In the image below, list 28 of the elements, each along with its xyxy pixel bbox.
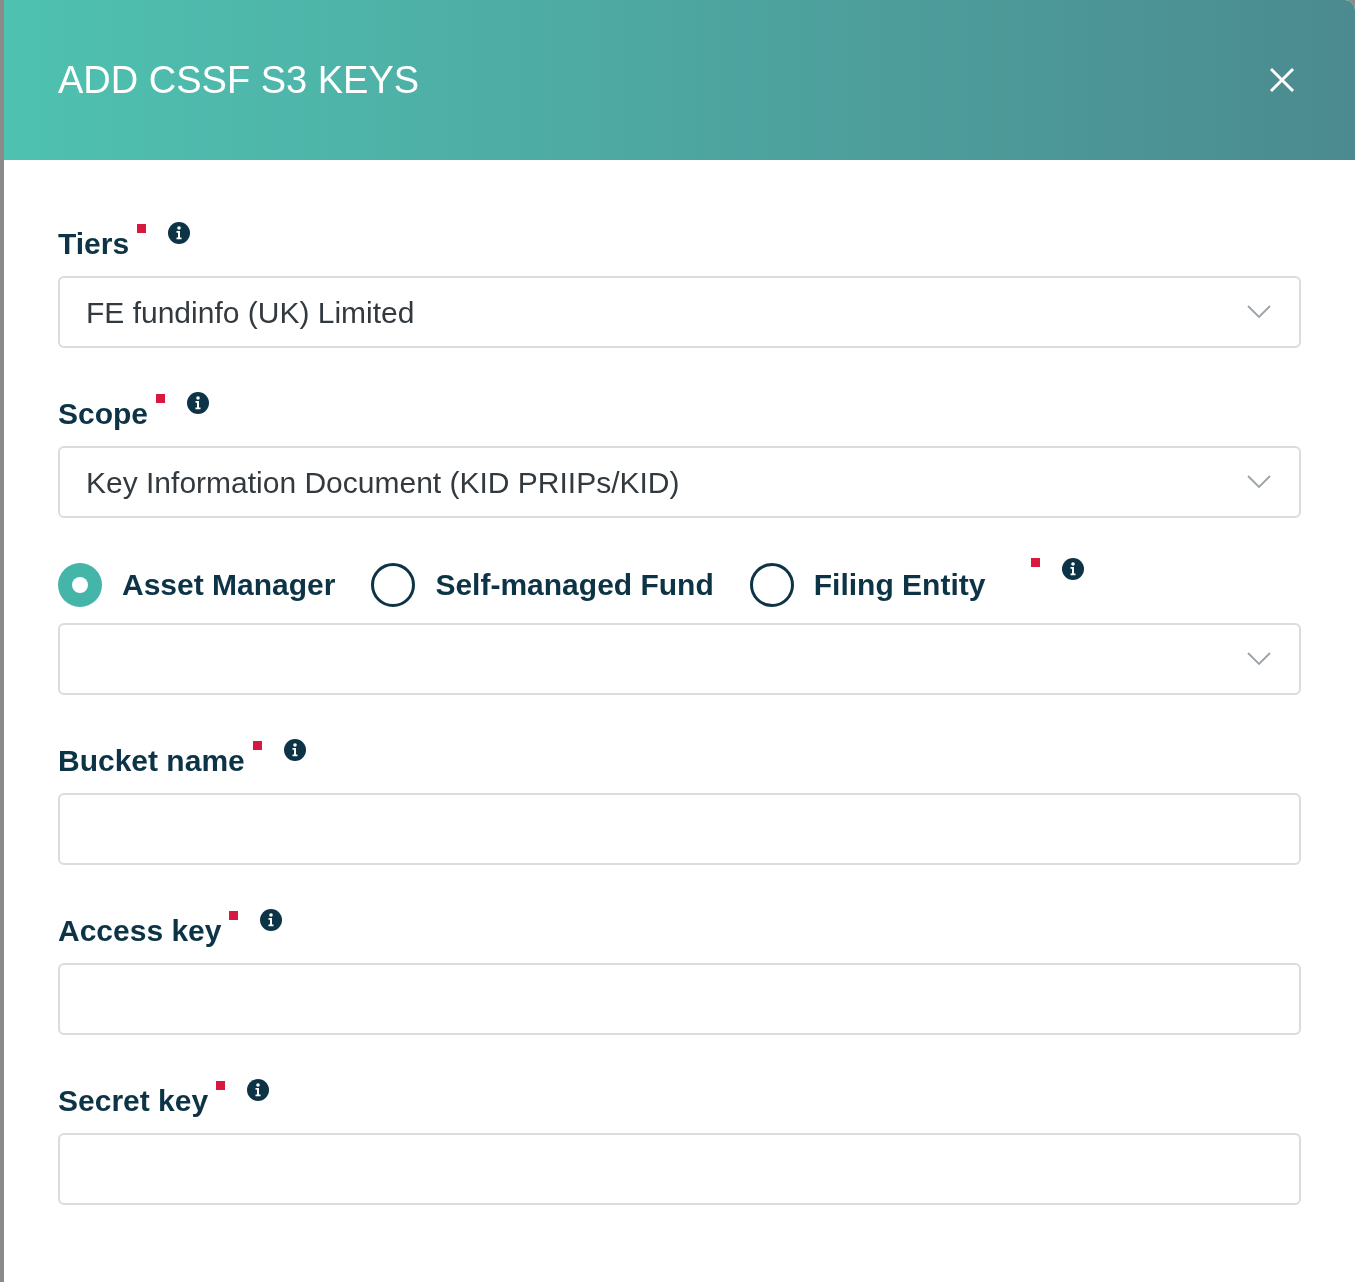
field-label: Bucket name <box>58 743 245 779</box>
field-label: Secret key <box>58 1083 209 1119</box>
radio-button[interactable] <box>58 562 102 607</box>
chevron-down-icon <box>1247 305 1271 319</box>
info-icon[interactable] <box>260 909 283 931</box>
chevron-down-icon <box>1247 652 1271 666</box>
info-icon[interactable] <box>187 392 210 414</box>
field-label: Tiers <box>58 226 130 262</box>
input-field[interactable] <box>58 793 1301 865</box>
select-field[interactable]: Key Information Document (KID PRIIPs/KID) <box>58 446 1301 518</box>
dialog-title: ADD CSSF S3 KEYS <box>58 57 420 103</box>
field-label: Access key <box>58 913 222 949</box>
radio-button[interactable] <box>749 562 794 607</box>
radio-label: Asset Manager <box>122 567 336 603</box>
input-field[interactable] <box>58 1133 1301 1205</box>
input-field[interactable] <box>58 963 1301 1035</box>
chevron-down-icon <box>1247 475 1271 489</box>
select-field[interactable] <box>58 623 1301 695</box>
close-icon[interactable] <box>1269 67 1295 93</box>
select-field[interactable]: FE fundinfo (UK) Limited <box>58 276 1301 348</box>
radio-label: Self-managed Fund <box>435 567 714 603</box>
info-icon[interactable] <box>247 1079 270 1101</box>
radio-label: Filing Entity <box>813 567 986 603</box>
radio-button[interactable] <box>371 562 416 607</box>
field-label: Scope <box>58 396 149 432</box>
info-icon[interactable] <box>168 222 191 244</box>
info-icon[interactable] <box>1062 558 1085 580</box>
info-icon[interactable] <box>283 739 306 761</box>
